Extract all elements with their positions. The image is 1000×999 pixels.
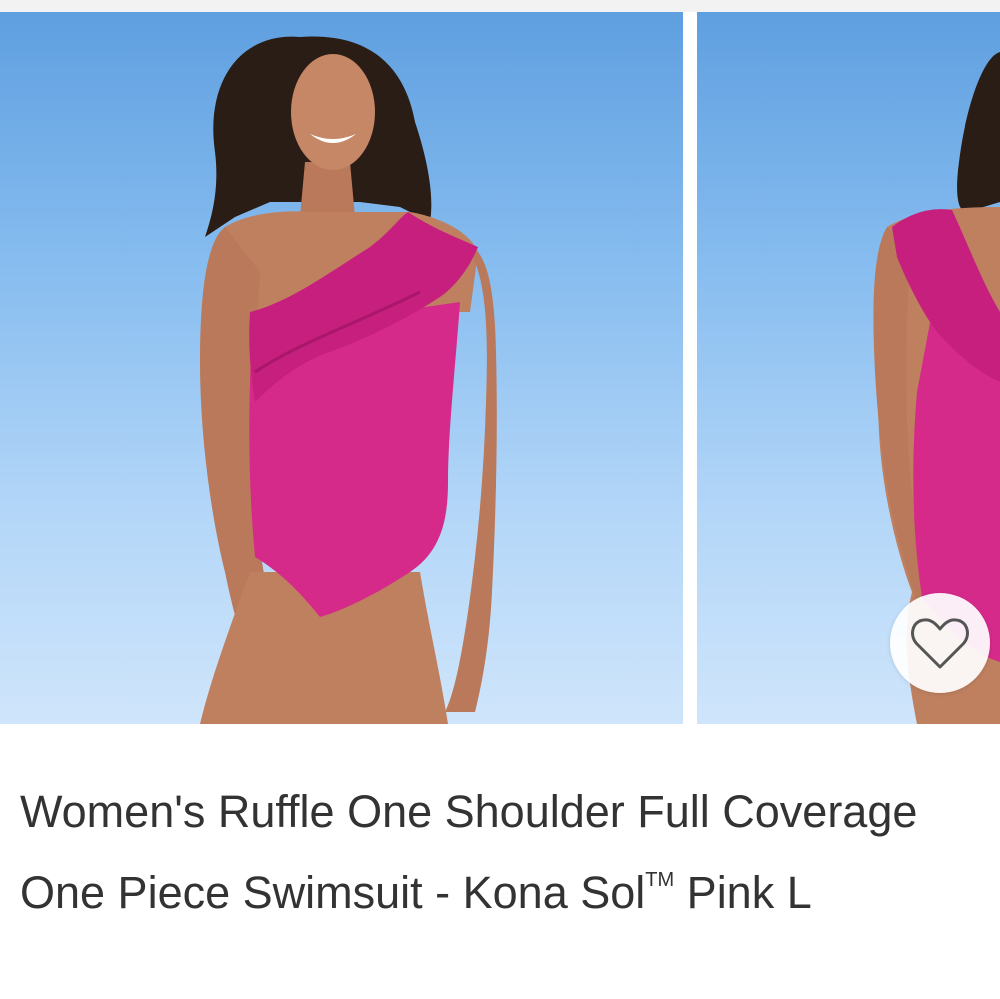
top-bar [0,0,1000,12]
trademark-symbol: TM [645,869,675,891]
product-variant: Pink L [674,867,812,918]
heart-outline-icon [911,618,969,669]
favorite-button[interactable] [890,593,990,693]
product-image-front[interactable] [0,12,683,724]
product-image-carousel[interactable] [0,12,1000,724]
model-front-illustration [200,36,497,724]
product-title: Women's Ruffle One Shoulder Full Coverag… [20,778,980,927]
